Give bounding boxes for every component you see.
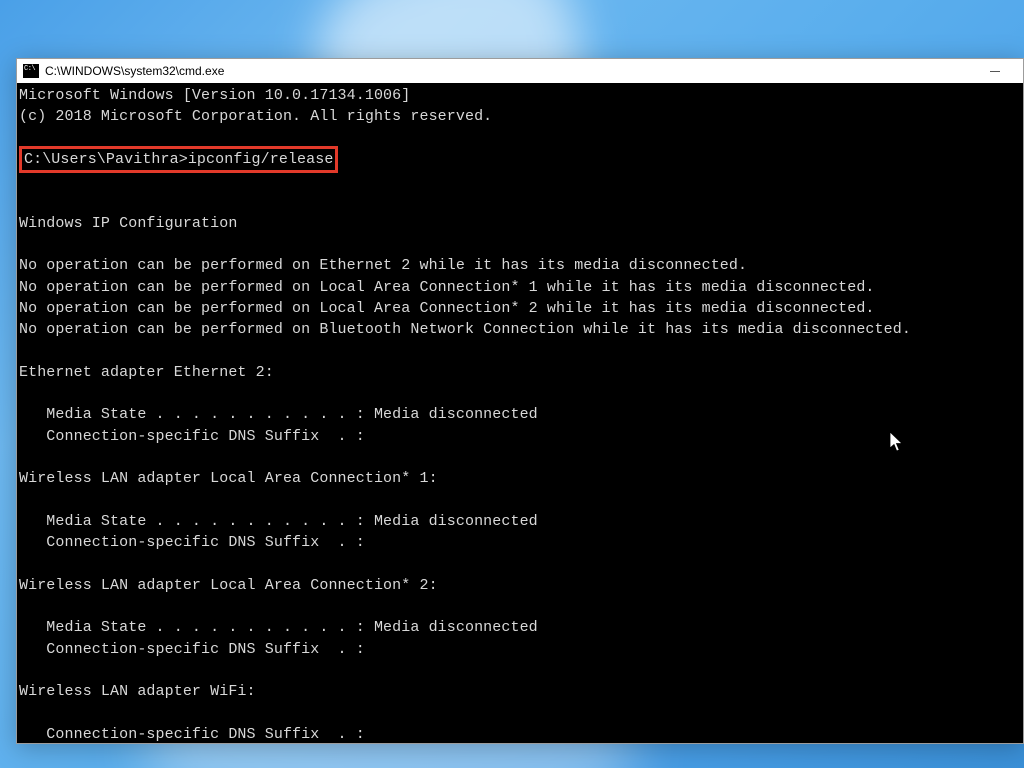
terminal-output[interactable]: Microsoft Windows [Version 10.0.17134.10…	[17, 83, 1023, 743]
adapter-lac1-header: Wireless LAN adapter Local Area Connecti…	[19, 468, 1021, 489]
noop-line-3: No operation can be performed on Local A…	[19, 298, 1021, 319]
media-state-line: Media State . . . . . . . . . . . : Medi…	[19, 404, 1021, 425]
media-state-line-2: Media State . . . . . . . . . . . : Medi…	[19, 511, 1021, 532]
adapter-lac2-header: Wireless LAN adapter Local Area Connecti…	[19, 575, 1021, 596]
dns-suffix-line: Connection-specific DNS Suffix . :	[19, 426, 1021, 447]
highlighted-command: C:\Users\Pavithra>ipconfig/release	[19, 146, 338, 173]
ipconfig-header: Windows IP Configuration	[19, 213, 1021, 234]
noop-line-4: No operation can be performed on Bluetoo…	[19, 319, 1021, 340]
noop-line-1: No operation can be performed on Etherne…	[19, 255, 1021, 276]
window-title: C:\WINDOWS\system32\cmd.exe	[45, 64, 973, 78]
adapter-wifi-header: Wireless LAN adapter WiFi:	[19, 681, 1021, 702]
cmd-icon	[23, 64, 39, 78]
adapter-ethernet2-header: Ethernet adapter Ethernet 2:	[19, 362, 1021, 383]
dns-suffix-line-4: Connection-specific DNS Suffix . :	[19, 724, 1021, 743]
media-state-line-3: Media State . . . . . . . . . . . : Medi…	[19, 617, 1021, 638]
dns-suffix-line-2: Connection-specific DNS Suffix . :	[19, 532, 1021, 553]
version-line: Microsoft Windows [Version 10.0.17134.10…	[19, 85, 1021, 106]
cmd-window: C:\WINDOWS\system32\cmd.exe Microsoft Wi…	[16, 58, 1024, 744]
dns-suffix-line-3: Connection-specific DNS Suffix . :	[19, 639, 1021, 660]
minimize-button[interactable]	[973, 59, 1017, 83]
noop-line-2: No operation can be performed on Local A…	[19, 277, 1021, 298]
copyright-line: (c) 2018 Microsoft Corporation. All righ…	[19, 106, 1021, 127]
window-titlebar[interactable]: C:\WINDOWS\system32\cmd.exe	[17, 59, 1023, 83]
prompt-line: C:\Users\Pavithra>ipconfig/release	[19, 149, 1021, 170]
